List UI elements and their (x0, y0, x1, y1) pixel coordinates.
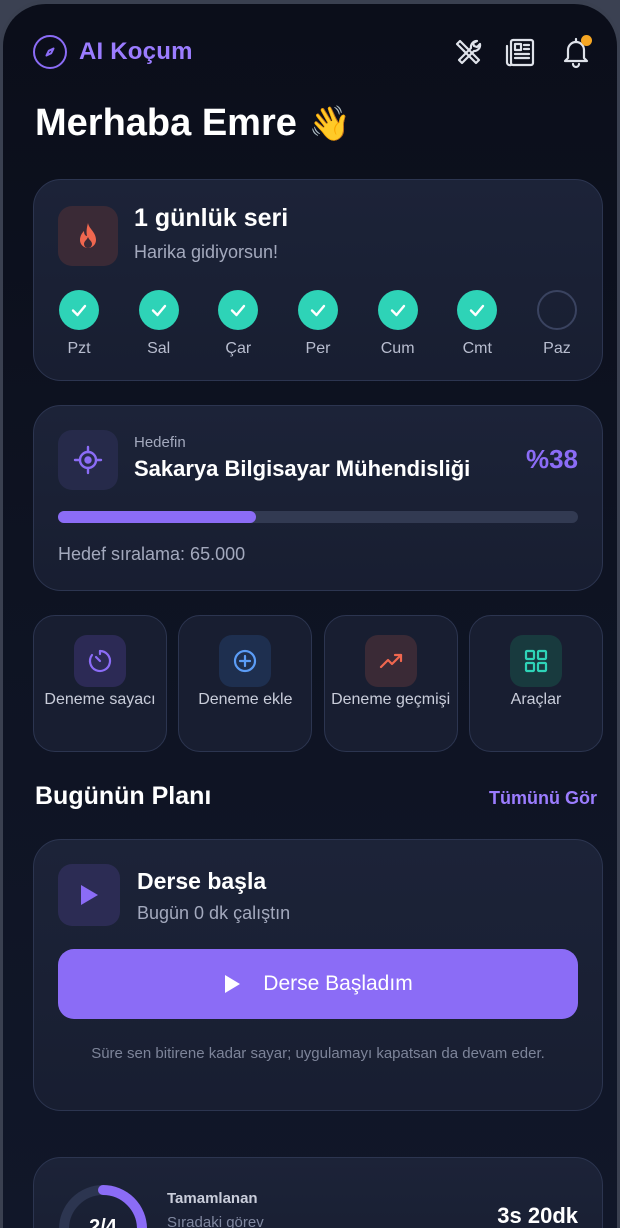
check-icon (377, 290, 418, 330)
greeting-text: Merhaba Emre (35, 102, 297, 144)
target-icon (58, 430, 118, 490)
tile-deneme-sayaci[interactable]: Deneme sayacı (33, 615, 167, 752)
day-label: Pzt (67, 340, 91, 357)
day-item: Çar (217, 290, 259, 358)
check-icon (59, 290, 99, 330)
start-lesson-button[interactable]: Derse Başladım (58, 949, 578, 1019)
section-title: Bugünün Planı (35, 782, 212, 810)
news-icon[interactable] (505, 35, 539, 69)
tools-icon[interactable] (451, 35, 485, 69)
day-item: Sal (138, 290, 180, 358)
tile-label: Araçlar (510, 691, 562, 708)
header-actions (451, 35, 593, 69)
streak-subtitle: Harika gidiyorsun! (134, 242, 279, 262)
goal-percent: %38 (525, 444, 578, 474)
top-bar: AI Koçum (33, 32, 593, 72)
goal-progress-fill (58, 511, 256, 523)
start-lesson-label: Derse Başladım (263, 972, 413, 995)
day-label: Cmt (462, 340, 492, 357)
play-icon (58, 864, 120, 926)
tile-deneme-gecmisi[interactable]: Deneme geçmişi (323, 615, 458, 752)
quick-actions: Deneme sayacı Deneme ekle Deneme geçmişi (33, 615, 603, 752)
plan-card: Derse başla Bugün 0 dk çalıştın Derse Ba… (33, 839, 603, 1111)
plus-circle-icon (219, 635, 272, 687)
trend-up-icon (364, 635, 417, 687)
day-item: Cmt (456, 290, 498, 358)
day-label: Per (305, 340, 331, 357)
check-icon (457, 290, 498, 330)
day-label: Sal (147, 340, 171, 357)
week-days: Pzt Sal Çar Per Cum Cmt Paz (58, 290, 578, 358)
tile-label: Deneme geçmişi (331, 691, 451, 708)
day-label: Paz (543, 340, 571, 357)
plan-title: Derse başla (137, 868, 267, 894)
notification-dot (581, 35, 592, 46)
check-icon (297, 290, 338, 330)
goal-kicker: Hedefin (134, 434, 186, 451)
app-title: AI Koçum (79, 38, 193, 65)
play-icon (225, 975, 241, 993)
plan-subtitle: Bugün 0 dk çalıştın (137, 903, 291, 923)
plan-note: Süre sen bitirene kadar sayar; uygulamay… (91, 1045, 545, 1062)
greeting: Merhaba Emre 👋 (35, 102, 351, 145)
tile-label: Deneme ekle (198, 691, 293, 708)
empty-day-circle (536, 290, 577, 330)
day-item: Cum (377, 290, 419, 358)
check-icon (218, 290, 259, 330)
flame-icon (58, 206, 118, 266)
wave-emoji: 👋 (308, 104, 352, 143)
day-label: Çar (225, 340, 252, 357)
streak-title: 1 günlük seri (134, 204, 289, 232)
streak-card[interactable]: 1 günlük seri Harika gidiyorsun! Pzt Sal Ç… (33, 179, 603, 381)
bell-icon[interactable] (559, 35, 593, 69)
tile-deneme-ekle[interactable]: Deneme ekle (178, 615, 313, 752)
day-label: Cum (380, 340, 415, 357)
check-icon (138, 290, 179, 330)
day-item: Pzt (58, 290, 100, 358)
goal-title: Sakarya Bilgisayar Mühendisliği (134, 456, 471, 481)
tile-label: Deneme sayacı (44, 691, 156, 708)
see-all-link[interactable]: Tümünü Gör (489, 788, 597, 809)
goal-progress-bar (58, 511, 578, 523)
goal-card[interactable]: Hedefin Sakarya Bilgisayar Mühendisliği … (33, 405, 603, 591)
day-item: Per (297, 290, 339, 358)
progress-subtitle: Sıradaki görev (167, 1214, 264, 1228)
progress-count: 2/4 (89, 1216, 117, 1228)
tile-araclar[interactable]: Araçlar (468, 615, 603, 752)
timer-icon (74, 635, 126, 687)
compass-icon (33, 35, 67, 69)
day-item: Paz (536, 290, 578, 358)
progress-title: Tamamlanan (167, 1190, 258, 1207)
app-screen: AI Koçum Merhaba Emre 👋 1 günlük seri Ha… (0, 0, 620, 1228)
study-time: 3s 20dk (497, 1203, 578, 1228)
goal-rank: Hedef sıralama: 65.000 (58, 544, 246, 564)
progress-card[interactable]: 2/4 Tamamlanan Sıradaki görev 3s 20dk (33, 1157, 603, 1228)
grid-icon (509, 635, 562, 687)
